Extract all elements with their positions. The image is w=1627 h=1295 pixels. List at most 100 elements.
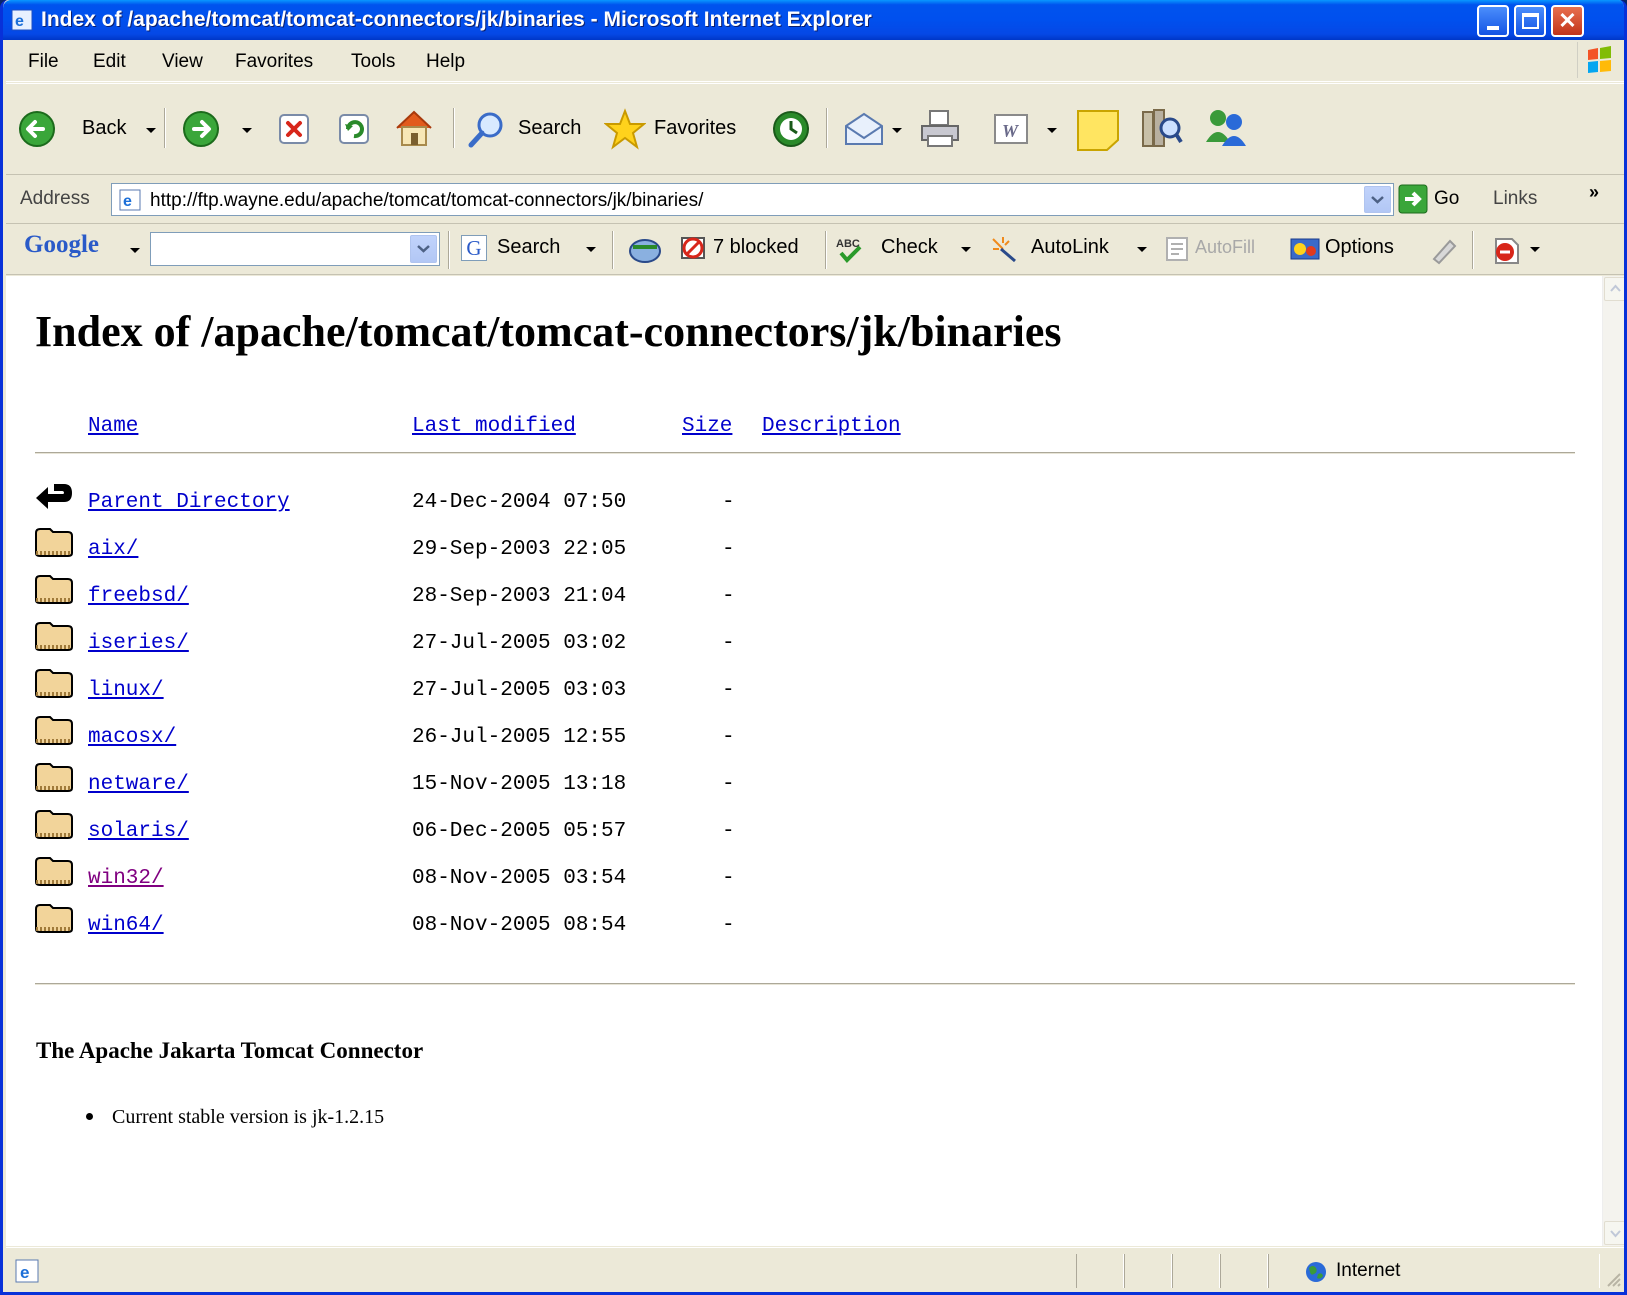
table-row: aix/ 29-Sep-2003 22:05 - <box>6 527 1602 573</box>
autofill-icon <box>1166 237 1188 261</box>
menu-file[interactable]: File <box>28 51 59 73</box>
header-name-link[interactable]: Name <box>88 415 138 438</box>
folder-icon <box>35 857 73 886</box>
status-cell <box>1124 1254 1172 1288</box>
pdf-dropdown-icon[interactable] <box>1530 247 1540 252</box>
research-icon[interactable] <box>1139 106 1183 150</box>
svg-text:e: e <box>123 193 132 210</box>
pdf-icon[interactable] <box>1490 235 1522 265</box>
header-name[interactable]: Name <box>88 415 138 438</box>
entry-link-freebsd[interactable]: freebsd/ <box>88 585 189 608</box>
address-input[interactable]: e http://ftp.wayne.edu/apache/tomcat/tom… <box>111 183 1394 216</box>
security-zone-label: Internet <box>1336 1260 1401 1281</box>
title-bar[interactable]: e Index of /apache/tomcat/tomcat-connect… <box>3 0 1624 40</box>
refresh-icon[interactable] <box>337 112 371 146</box>
toolbar-separator <box>453 108 455 148</box>
entry-size: - <box>722 726 735 749</box>
address-url: http://ftp.wayne.edu/apache/tomcat/tomca… <box>150 190 704 211</box>
entry-link-linux[interactable]: linux/ <box>88 679 164 702</box>
autolink-button[interactable]: AutoLink <box>989 233 1125 267</box>
forward-dropdown-icon[interactable] <box>242 128 252 133</box>
header-size[interactable]: Size <box>682 415 732 438</box>
options-button[interactable]: Options <box>1289 233 1417 267</box>
autofill-button[interactable]: AutoFill <box>1163 233 1281 267</box>
entry-link-macosx[interactable]: macosx/ <box>88 726 176 749</box>
options-label: Options <box>1325 236 1394 258</box>
google-g-icon: G <box>461 235 487 261</box>
pagerank-icon[interactable] <box>627 235 663 265</box>
entry-link-win64[interactable]: win64/ <box>88 914 164 937</box>
popup-blocker-button[interactable]: 7 blocked <box>679 233 809 267</box>
google-search-dropdown-button[interactable] <box>410 235 437 263</box>
google-search-dropdown-icon[interactable] <box>586 247 596 252</box>
google-toolbar: Google G Search 7 blocked ABC Check Auto… <box>6 225 1624 275</box>
favorites-button[interactable]: Favorites <box>602 106 752 152</box>
entry-modified: 28-Sep-2003 21:04 <box>412 585 627 608</box>
table-row: freebsd/ 28-Sep-2003 21:04 - <box>6 574 1602 620</box>
minimize-button[interactable] <box>1477 5 1509 37</box>
menu-tools[interactable]: Tools <box>351 51 395 73</box>
print-icon[interactable] <box>918 108 962 150</box>
entry-link-netware[interactable]: netware/ <box>88 773 189 796</box>
header-modified-link[interactable]: Last modified <box>412 415 576 438</box>
links-button[interactable]: Links <box>1493 188 1537 210</box>
chevron-right-icon[interactable]: » <box>1589 182 1599 203</box>
google-logo[interactable]: Google <box>24 231 99 259</box>
home-icon[interactable] <box>393 108 435 148</box>
close-button[interactable]: ✕ <box>1551 5 1584 37</box>
vertical-scrollbar[interactable] <box>1602 276 1624 1246</box>
history-icon[interactable] <box>770 108 812 150</box>
google-search-button[interactable]: G Search <box>461 233 596 267</box>
maximize-button[interactable] <box>1514 5 1546 37</box>
menu-edit[interactable]: Edit <box>93 51 126 73</box>
menu-favorites[interactable]: Favorites <box>235 51 313 73</box>
chevron-down-icon <box>1610 1230 1621 1238</box>
highlight-pencil-icon[interactable] <box>1428 235 1460 265</box>
table-row: win64/ 08-Nov-2005 08:54 - <box>6 903 1602 949</box>
header-divider <box>35 452 1575 454</box>
discuss-icon[interactable] <box>1075 108 1121 152</box>
header-description-link[interactable]: Description <box>762 415 901 438</box>
favorites-star-icon <box>604 108 646 150</box>
header-modified[interactable]: Last modified <box>412 415 576 438</box>
table-row: macosx/ 26-Jul-2005 12:55 - <box>6 715 1602 761</box>
search-icon <box>468 112 503 148</box>
messenger-icon[interactable] <box>1203 106 1249 150</box>
search-button[interactable]: Search <box>462 106 590 152</box>
entry-link-aix[interactable]: aix/ <box>88 538 138 561</box>
scroll-down-button[interactable] <box>1604 1221 1624 1245</box>
check-dropdown-icon[interactable] <box>961 247 971 252</box>
toolbar-separator <box>1472 231 1474 269</box>
entry-link-win32[interactable]: win32/ <box>88 867 164 890</box>
entry-link-solaris[interactable]: solaris/ <box>88 820 189 843</box>
stop-icon[interactable] <box>277 112 311 146</box>
autolink-dropdown-icon[interactable] <box>1137 247 1147 252</box>
menu-view[interactable]: View <box>162 51 203 73</box>
table-row: iseries/ 27-Jul-2005 03:02 - <box>6 621 1602 667</box>
entry-link-iseries[interactable]: iseries/ <box>88 632 189 655</box>
mail-dropdown-icon[interactable] <box>892 128 902 133</box>
header-size-link[interactable]: Size <box>682 415 732 438</box>
globe-icon <box>1306 1262 1326 1282</box>
mail-icon[interactable] <box>842 110 886 148</box>
svg-text:e: e <box>15 13 24 30</box>
resize-grip-icon[interactable] <box>1602 1268 1624 1290</box>
forward-arrow-icon[interactable] <box>182 110 220 148</box>
scroll-up-button[interactable] <box>1604 277 1624 301</box>
go-button[interactable]: Go <box>1398 184 1478 216</box>
close-icon: ✕ <box>1558 8 1577 33</box>
menu-help[interactable]: Help <box>426 51 465 73</box>
back-button[interactable]: Back <box>12 106 160 152</box>
google-menu-dropdown-icon[interactable] <box>130 248 140 253</box>
entry-link-parent-directory[interactable]: Parent Directory <box>88 491 290 514</box>
entry-modified: 15-Nov-2005 13:18 <box>412 773 627 796</box>
edit-dropdown-icon[interactable] <box>1047 128 1057 133</box>
address-dropdown-button[interactable] <box>1364 186 1391 213</box>
favorites-label: Favorites <box>654 117 737 139</box>
google-search-input[interactable] <box>150 232 440 266</box>
header-description[interactable]: Description <box>762 415 901 438</box>
folder-icon <box>35 763 73 792</box>
back-dropdown-icon[interactable] <box>146 128 156 133</box>
edit-word-icon[interactable]: W <box>992 112 1030 146</box>
spell-check-button[interactable]: ABC Check <box>835 233 955 267</box>
